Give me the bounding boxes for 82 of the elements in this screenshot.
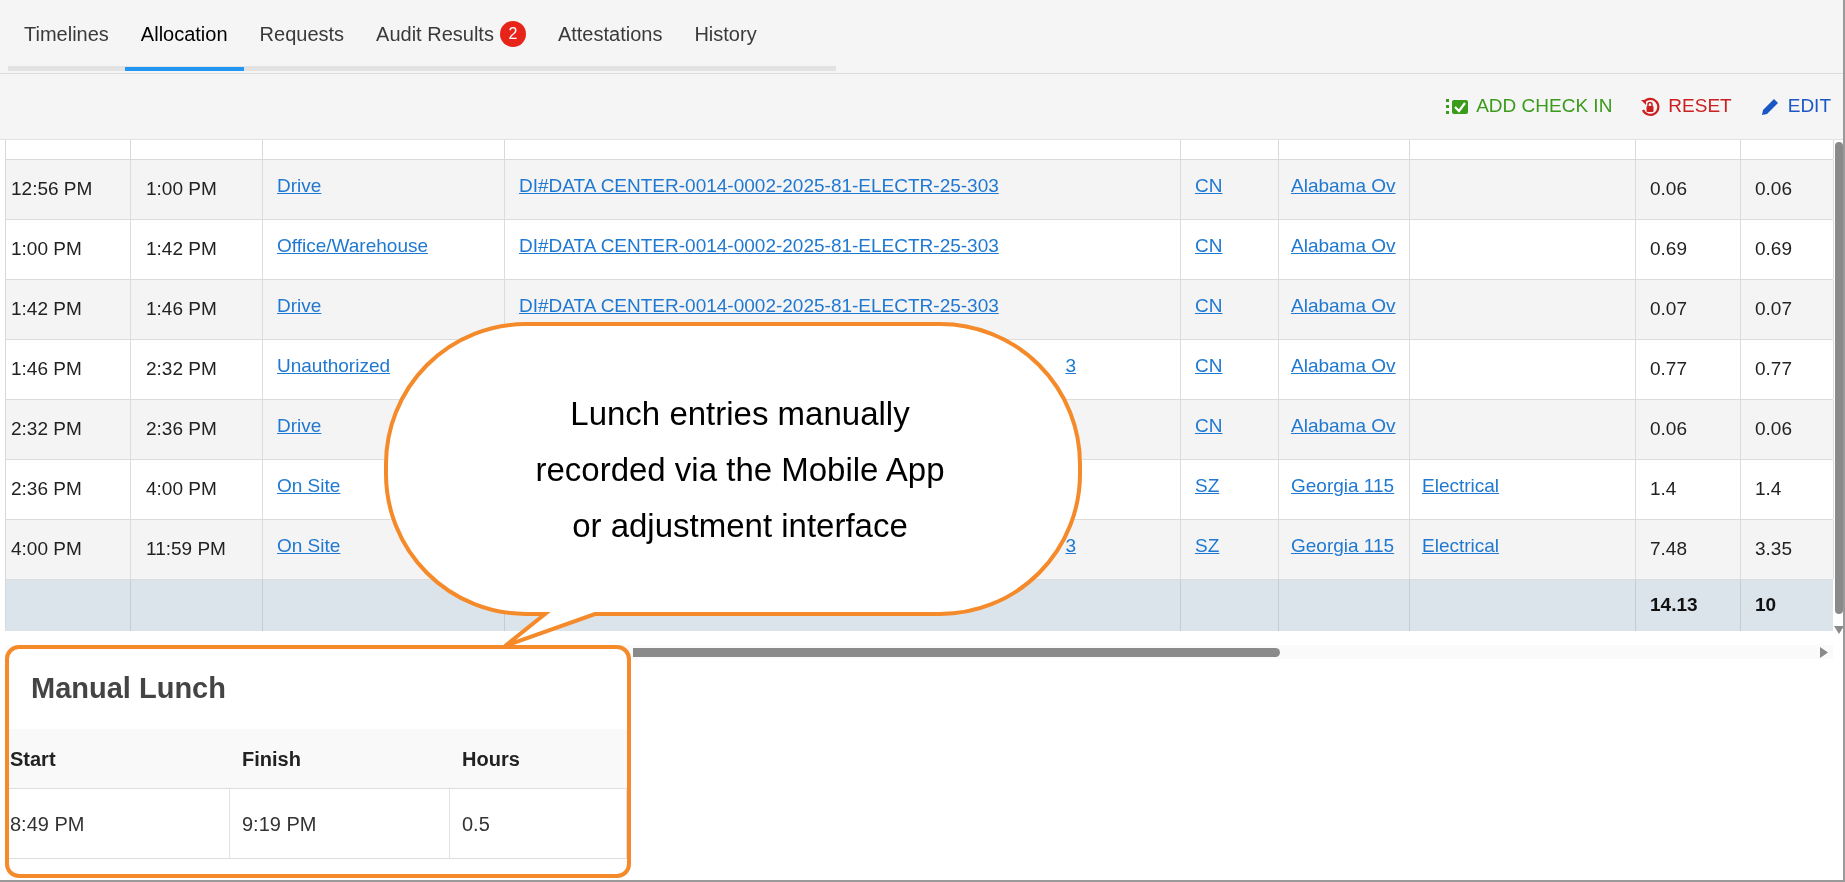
table-cell: 0.69: [1741, 220, 1834, 279]
link[interactable]: Georgia 115: [1291, 472, 1395, 501]
link[interactable]: CN: [1195, 232, 1223, 261]
table-cell: 0.07: [1636, 280, 1741, 339]
link[interactable]: Office/Warehouse: [277, 232, 429, 261]
table-cell: 1:00 PM: [6, 220, 131, 279]
scroll-down-icon[interactable]: [1834, 626, 1843, 634]
table-cell: 1:42 PM: [6, 280, 131, 339]
link[interactable]: On Site: [277, 472, 341, 501]
table-cell: 2:36 PM: [131, 400, 263, 459]
table-cell: 0.06: [1636, 400, 1741, 459]
scrollbar-thumb[interactable]: [1835, 142, 1843, 614]
table-cell: 0.06: [1741, 400, 1834, 459]
link[interactable]: CN: [1195, 412, 1223, 441]
link[interactable]: SZ: [1195, 472, 1220, 501]
column-header: Hours: [461, 746, 521, 772]
toolbar-button[interactable]: ADD CHECK IN: [1446, 92, 1613, 121]
link[interactable]: 3: [1065, 532, 1076, 561]
table-cell: 1:00 PM: [131, 160, 263, 219]
tab[interactable]: Requests: [243, 0, 361, 71]
link[interactable]: Alabama Ov: [1291, 412, 1396, 441]
link[interactable]: Unauthorized: [277, 352, 391, 381]
table-cell: 0.07: [1741, 280, 1834, 339]
link[interactable]: 3: [1065, 352, 1076, 381]
link[interactable]: DI#DATA CENTER-0014-0002-2025-81-ELECTR-25-303: [519, 232, 999, 261]
toolbar-button[interactable]: RESET: [1640, 92, 1732, 121]
total-cell-text: 10: [1754, 593, 1778, 618]
table-cell: 11:59 PM: [131, 520, 263, 579]
toolbar-button[interactable]: EDIT: [1759, 92, 1831, 121]
column-header: Start: [9, 746, 57, 772]
link[interactable]: CN: [1195, 292, 1223, 321]
callout-text: Lunch entries manually recorded via the Mobile App or adjustment interface: [535, 394, 945, 546]
link[interactable]: CN: [1195, 172, 1223, 201]
scrollbar-thumb[interactable]: [633, 648, 1280, 657]
lock-reset-icon: [1640, 96, 1661, 117]
link[interactable]: DI#DATA CENTER-0014-0002-2025-81-ELECTR-25-303: [519, 172, 999, 201]
link[interactable]: Alabama Ov: [1291, 292, 1396, 321]
link[interactable]: Alabama Ov: [1291, 232, 1396, 261]
check-list-icon: [1446, 96, 1469, 117]
tab[interactable]: Attestations: [541, 0, 679, 71]
table-cell: 2:32 PM: [131, 340, 263, 399]
table-cell: 1:46 PM: [131, 280, 263, 339]
total-cell: 14.13: [1636, 580, 1741, 631]
table-cell: 0.06: [1741, 160, 1834, 219]
link[interactable]: Drive: [277, 172, 322, 201]
link[interactable]: Alabama Ov: [1291, 172, 1396, 201]
table-cell: 0.77: [1636, 340, 1741, 399]
table-cell: 4:00 PM: [131, 460, 263, 519]
table-cell: 1:46 PM: [6, 340, 131, 399]
tab[interactable]: History: [678, 0, 773, 71]
table-cell: 1.4: [1741, 460, 1834, 519]
table-cell: 0.69: [1636, 220, 1741, 279]
link[interactable]: DI#DATA CENTER-0014-0002-2025-81-ELECTR-25-303: [519, 292, 999, 321]
pencil-icon: [1759, 96, 1780, 117]
table-cell: 8:49 PM: [9, 789, 230, 858]
table-cell: 2:32 PM: [6, 400, 131, 459]
link[interactable]: Drive: [277, 412, 322, 441]
table-cell: 12:56 PM: [6, 160, 131, 219]
link[interactable]: On Site: [277, 532, 341, 561]
link[interactable]: Alabama Ov: [1291, 352, 1396, 381]
tab[interactable]: Audit Results 2: [360, 0, 542, 71]
table-cell: 3.35: [1741, 520, 1834, 579]
column-header: Finish: [241, 746, 302, 772]
table-cell: 0.06: [1636, 160, 1741, 219]
link[interactable]: SZ: [1195, 532, 1220, 561]
link[interactable]: Georgia 115: [1291, 532, 1395, 561]
link[interactable]: Electrical: [1422, 472, 1500, 501]
table-cell: 7.48: [1636, 520, 1741, 579]
table-cell: 2:36 PM: [6, 460, 131, 519]
panel-title: Manual Lunch: [30, 671, 227, 707]
table-cell: 1.4: [1636, 460, 1741, 519]
table-cell: 1:42 PM: [131, 220, 263, 279]
link[interactable]: Electrical: [1422, 532, 1500, 561]
count-badge: 2: [499, 20, 526, 47]
table-cell: 4:00 PM: [6, 520, 131, 579]
scroll-right-icon[interactable]: [1819, 647, 1829, 658]
table-cell: 0.5: [450, 789, 627, 858]
table-cell: 0.77: [1741, 340, 1834, 399]
tab[interactable]: Timelines: [8, 0, 125, 71]
link[interactable]: CN: [1195, 352, 1223, 381]
table-cell: 9:19 PM: [230, 789, 450, 858]
link[interactable]: Drive: [277, 292, 322, 321]
